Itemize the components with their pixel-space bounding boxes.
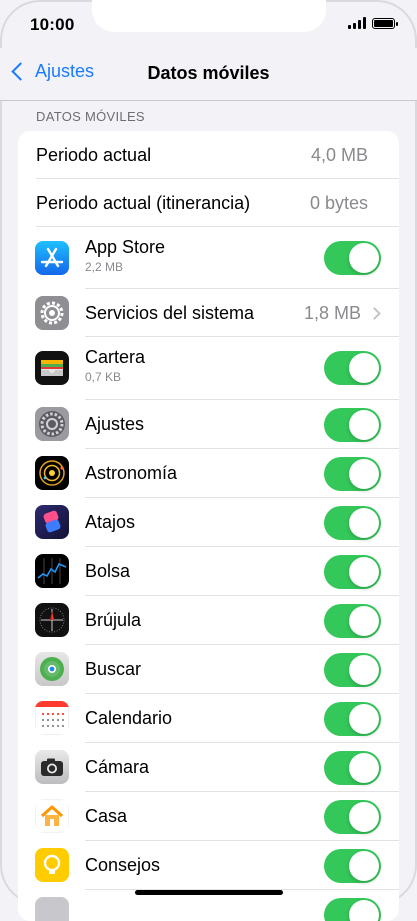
navigation-bar: Ajustes Datos móviles	[0, 48, 417, 101]
app-name: App Store	[85, 237, 166, 257]
app-row-compass: Brújula	[18, 596, 399, 645]
camera-icon	[35, 750, 69, 784]
app-name: Cartera	[85, 347, 146, 367]
home-toggle[interactable]	[324, 800, 381, 834]
section-header: DATOS MÓVILES	[36, 109, 145, 124]
app-row-camera: Cámara	[18, 743, 399, 792]
app-name: Buscar	[85, 659, 142, 679]
app-name: Cámara	[85, 757, 150, 777]
page-title: Datos móviles	[147, 63, 270, 83]
status-icons	[348, 17, 398, 29]
app-row-astronomy: Astronomía	[18, 449, 399, 498]
settings-icon	[35, 407, 69, 441]
app-store-toggle[interactable]	[324, 241, 381, 275]
compass-toggle[interactable]	[324, 604, 381, 638]
cellular-signal-icon	[348, 17, 366, 29]
app-name: Ajustes	[85, 414, 145, 434]
camera-toggle[interactable]	[324, 751, 381, 785]
app-name: Brújula	[85, 610, 142, 630]
gear-icon	[35, 296, 69, 330]
app-data-usage: 2,2 MB	[85, 260, 124, 274]
app-row-wallet: Cartera 0,7 KB	[18, 337, 399, 400]
app-name: Consejos	[85, 855, 161, 875]
tips-toggle[interactable]	[324, 849, 381, 883]
status-time: 10:00	[30, 15, 75, 34]
wallet-toggle[interactable]	[324, 351, 381, 385]
app-row-app-store: App Store 2,2 MB	[18, 227, 399, 289]
shortcuts-icon	[35, 505, 69, 539]
settings-toggle[interactable]	[324, 408, 381, 442]
calendar-toggle[interactable]	[324, 702, 381, 736]
app-row-home: Casa	[18, 792, 399, 841]
app-data-usage: 0,7 KB	[85, 370, 122, 384]
settings-list: Periodo actual 4,0 MB Periodo actual (it…	[18, 131, 399, 921]
wallet-icon	[35, 351, 69, 385]
calendar-icon	[35, 701, 69, 735]
find-my-icon	[35, 652, 69, 686]
compass-icon	[35, 603, 69, 637]
battery-icon	[372, 18, 398, 29]
status-bar: 10:00	[0, 0, 417, 48]
app-name: Atajos	[85, 512, 136, 532]
app-data-usage: 1,8 MB	[303, 303, 361, 323]
app-row-find-my: Buscar	[18, 645, 399, 694]
app-row-system-services[interactable]: Servicios del sistema 1,8 MB	[18, 289, 399, 337]
usage-label: Periodo actual (itinerancia)	[36, 193, 251, 213]
app-row-shortcuts: Atajos	[18, 498, 399, 547]
find-my-toggle[interactable]	[324, 653, 381, 687]
shortcuts-toggle[interactable]	[324, 506, 381, 540]
stocks-icon	[35, 554, 69, 588]
app-row-settings: Ajustes	[18, 400, 399, 449]
app-name: Bolsa	[85, 561, 131, 581]
app-row-stocks: Bolsa	[18, 547, 399, 596]
app-name: Servicios del sistema	[85, 303, 255, 323]
app-name: Casa	[85, 806, 128, 826]
chevron-right-icon	[368, 307, 381, 320]
usage-value: 4,0 MB	[310, 145, 368, 165]
home-icon	[35, 799, 69, 833]
astronomy-toggle[interactable]	[324, 457, 381, 491]
app-name: Calendario	[85, 708, 173, 728]
stocks-toggle[interactable]	[324, 555, 381, 589]
astronomy-icon	[35, 456, 69, 490]
notch	[92, 0, 326, 32]
app-icon-partial	[35, 897, 69, 921]
app-row-calendar: Calendario	[18, 694, 399, 743]
usage-label: Periodo actual	[36, 145, 152, 165]
app-row-tips: Consejos	[18, 841, 399, 890]
app-name: Astronomía	[85, 463, 178, 483]
tips-icon	[35, 848, 69, 882]
partial-toggle[interactable]	[324, 898, 381, 921]
home-indicator[interactable]	[135, 890, 283, 895]
usage-row-current-period: Periodo actual 4,0 MB	[18, 131, 399, 179]
usage-value: 0 bytes	[309, 193, 368, 213]
app-store-icon	[35, 241, 69, 275]
usage-row-roaming-period: Periodo actual (itinerancia) 0 bytes	[18, 179, 399, 227]
